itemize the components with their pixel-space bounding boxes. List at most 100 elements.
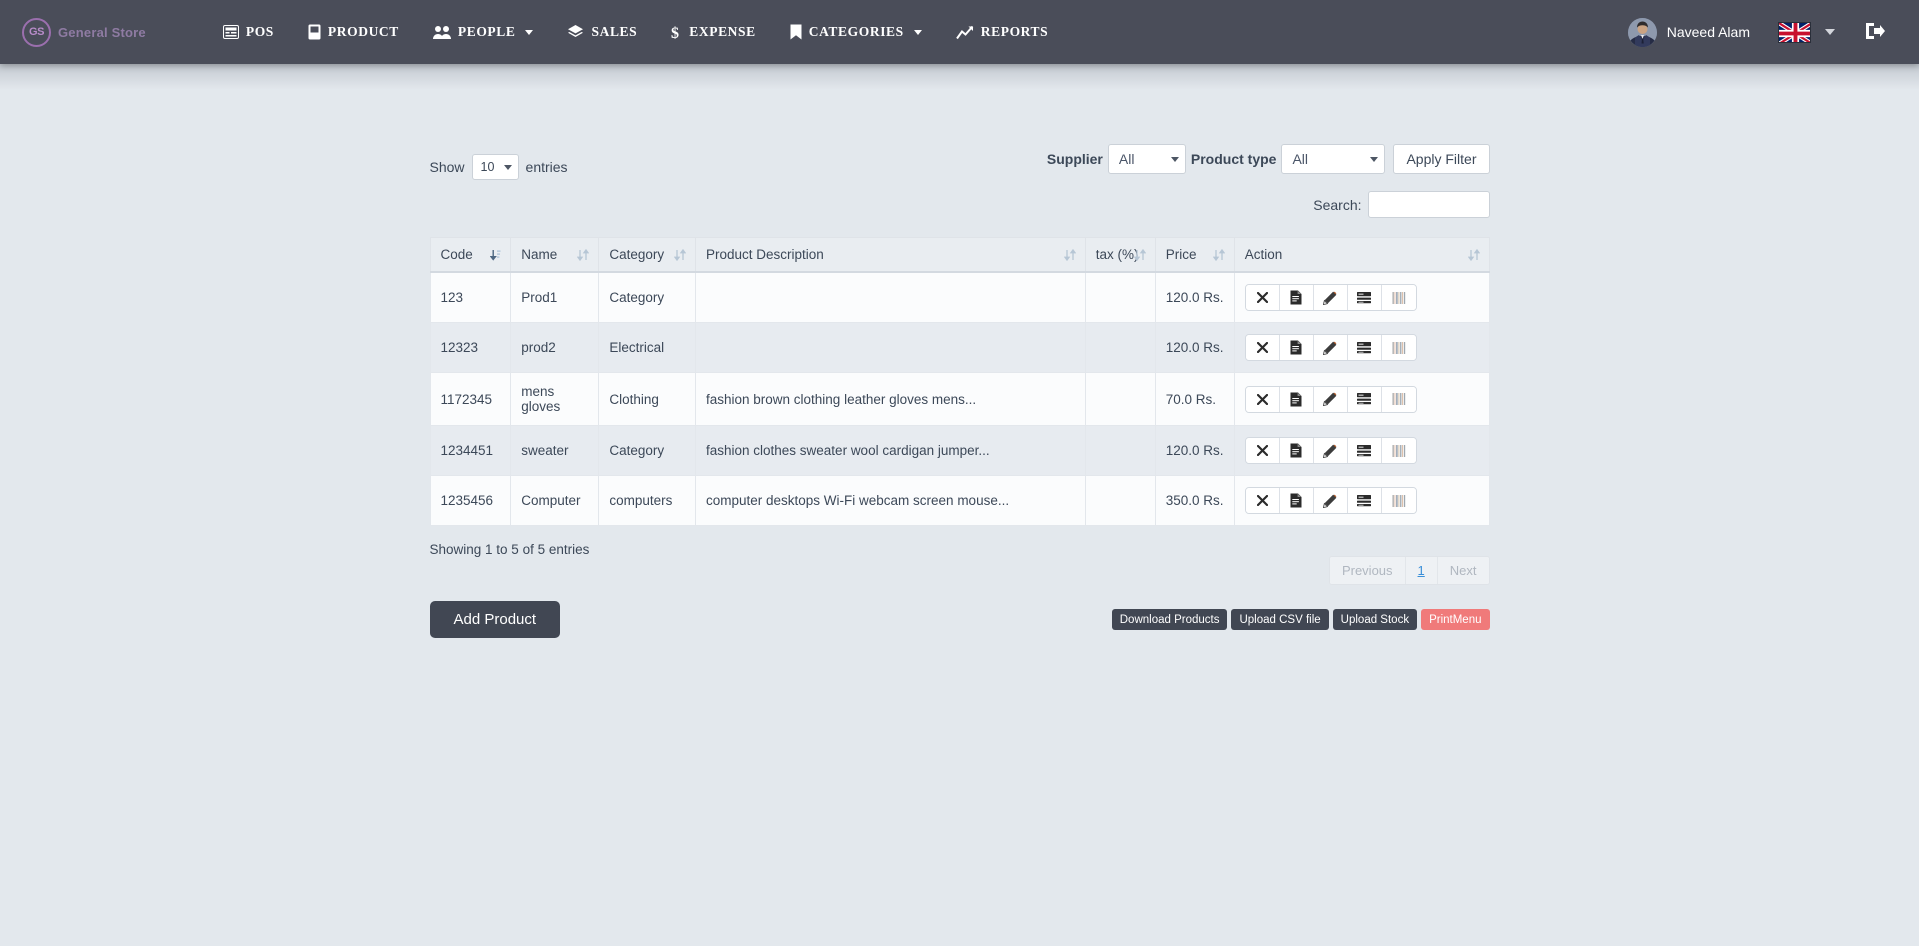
edit-button[interactable]	[1313, 335, 1348, 360]
edit-button[interactable]	[1313, 386, 1348, 412]
supplier-select[interactable]: All	[1107, 144, 1186, 174]
nav-item-categories[interactable]: CATEGORIES	[773, 0, 939, 64]
cell-actions	[1233, 322, 1490, 373]
table-head: Code Name Category Product Description t…	[429, 237, 1490, 273]
barcode-button[interactable]	[1381, 488, 1416, 513]
pencil-icon	[1323, 291, 1337, 305]
page-length-control: Show 10 entries	[430, 144, 568, 180]
stock-button[interactable]	[1347, 335, 1382, 360]
details-button[interactable]	[1279, 438, 1314, 463]
print-menu-button[interactable]: PrintMenu	[1421, 609, 1490, 630]
filter-controls: Supplier All Product type All Apply Filt…	[1047, 144, 1490, 218]
upload-csv-button[interactable]: Upload CSV file	[1231, 609, 1329, 630]
cell-actions	[1233, 271, 1490, 323]
nav-item-label: POS	[245, 24, 274, 39]
column-header-action[interactable]: Action	[1233, 237, 1490, 273]
stock-button[interactable]	[1347, 386, 1382, 412]
file-document-icon	[1290, 392, 1302, 407]
nav-item-pos[interactable]: POS	[206, 0, 291, 64]
details-button[interactable]	[1279, 285, 1314, 310]
add-product-button[interactable]: Add Product	[429, 601, 561, 638]
cell-category: Electrical	[598, 322, 696, 373]
delete-button[interactable]	[1245, 438, 1280, 463]
column-header-tax[interactable]: tax (%)	[1084, 237, 1156, 273]
server-list-icon	[1357, 494, 1372, 507]
nav-item-expense[interactable]: $ EXPENSE	[654, 0, 772, 64]
nav-item-people[interactable]: PEOPLE	[416, 0, 551, 64]
cell-name: sweater	[510, 425, 600, 476]
pagination-next[interactable]: Next	[1437, 557, 1489, 584]
page-length-select[interactable]: 10	[471, 154, 519, 180]
bulk-action-buttons: Download Products Upload CSV file Upload…	[1111, 609, 1490, 630]
close-x-icon	[1256, 444, 1268, 457]
column-header-description[interactable]: Product Description	[694, 237, 1086, 273]
file-document-icon	[1290, 443, 1302, 458]
nav-item-product[interactable]: PRODUCT	[291, 0, 416, 64]
download-products-button[interactable]: Download Products	[1111, 609, 1228, 630]
delete-button[interactable]	[1245, 386, 1280, 412]
layers-icon	[567, 24, 584, 40]
column-header-category[interactable]: Category	[598, 237, 696, 273]
barcode-button[interactable]	[1381, 438, 1416, 463]
row-action-group	[1244, 385, 1417, 413]
nav-item-label: SALES	[591, 24, 638, 39]
upload-stock-button[interactable]: Upload Stock	[1332, 609, 1418, 630]
brand-logo-link[interactable]: GS General Store	[22, 17, 146, 47]
top-navbar: GS General Store POS PRODUCT PEOPLE SALE…	[0, 0, 1919, 64]
delete-button[interactable]	[1245, 285, 1280, 310]
cell-description: fashion clothes sweater wool cardigan ju…	[694, 425, 1086, 476]
delete-button[interactable]	[1245, 335, 1280, 360]
cell-tax	[1084, 372, 1156, 426]
delete-button[interactable]	[1245, 488, 1280, 513]
stock-button[interactable]	[1347, 285, 1382, 310]
barcode-button[interactable]	[1381, 285, 1416, 310]
cell-description	[694, 322, 1086, 373]
nav-item-label: PEOPLE	[457, 24, 516, 39]
pencil-icon	[1323, 392, 1337, 407]
uk-flag-icon	[1778, 21, 1811, 43]
sort-none-icon	[1133, 248, 1146, 261]
edit-button[interactable]	[1313, 438, 1348, 463]
file-document-icon	[1290, 493, 1302, 508]
details-button[interactable]	[1279, 488, 1314, 513]
nav-item-reports[interactable]: REPORTS	[939, 0, 1066, 64]
sort-none-icon	[673, 248, 686, 261]
row-action-group	[1244, 334, 1417, 361]
nav-item-sales[interactable]: SALES	[550, 0, 654, 64]
stock-button[interactable]	[1347, 488, 1382, 513]
details-button[interactable]	[1279, 335, 1314, 360]
search-input[interactable]	[1367, 191, 1490, 218]
action-bar: Add Product Download Products Upload CSV…	[429, 601, 1490, 638]
barcode-button[interactable]	[1381, 386, 1416, 412]
cell-description: computer desktops Wi-Fi webcam screen mo…	[694, 475, 1086, 526]
column-header-price[interactable]: Price	[1154, 237, 1235, 273]
stock-button[interactable]	[1347, 438, 1382, 463]
pencil-icon	[1323, 444, 1337, 458]
show-label: Show	[429, 159, 465, 175]
avatar	[1627, 17, 1657, 47]
close-x-icon	[1256, 341, 1268, 354]
details-button[interactable]	[1279, 386, 1314, 412]
dollar-icon: $	[671, 24, 682, 41]
table-footer: Showing 1 to 5 of 5 entries Previous 1 N…	[430, 542, 1490, 585]
table-body: 123 Prod1 Category 120.0 Rs. 12323 prod2 Elect…	[429, 271, 1490, 526]
column-header-code[interactable]: Code	[429, 237, 512, 273]
barcode-button[interactable]	[1381, 335, 1416, 360]
cell-tax	[1084, 475, 1156, 526]
column-header-name[interactable]: Name	[510, 237, 600, 273]
edit-button[interactable]	[1313, 285, 1348, 310]
product-type-select[interactable]: All	[1281, 144, 1386, 174]
edit-button[interactable]	[1313, 488, 1348, 513]
cell-tax	[1084, 425, 1156, 476]
user-menu[interactable]: Naveed Alam	[1614, 17, 1764, 47]
pagination-previous[interactable]: Previous	[1329, 557, 1406, 584]
logout-button[interactable]	[1849, 22, 1897, 43]
cell-category: computers	[598, 475, 696, 526]
cell-price: 70.0 Rs.	[1154, 372, 1235, 426]
cell-code: 1235456	[429, 475, 512, 526]
cell-description	[694, 271, 1086, 323]
apply-filter-button[interactable]: Apply Filter	[1393, 144, 1490, 174]
server-list-icon	[1357, 341, 1372, 354]
pagination-page-1[interactable]: 1	[1405, 557, 1438, 584]
language-selector[interactable]	[1764, 21, 1849, 43]
